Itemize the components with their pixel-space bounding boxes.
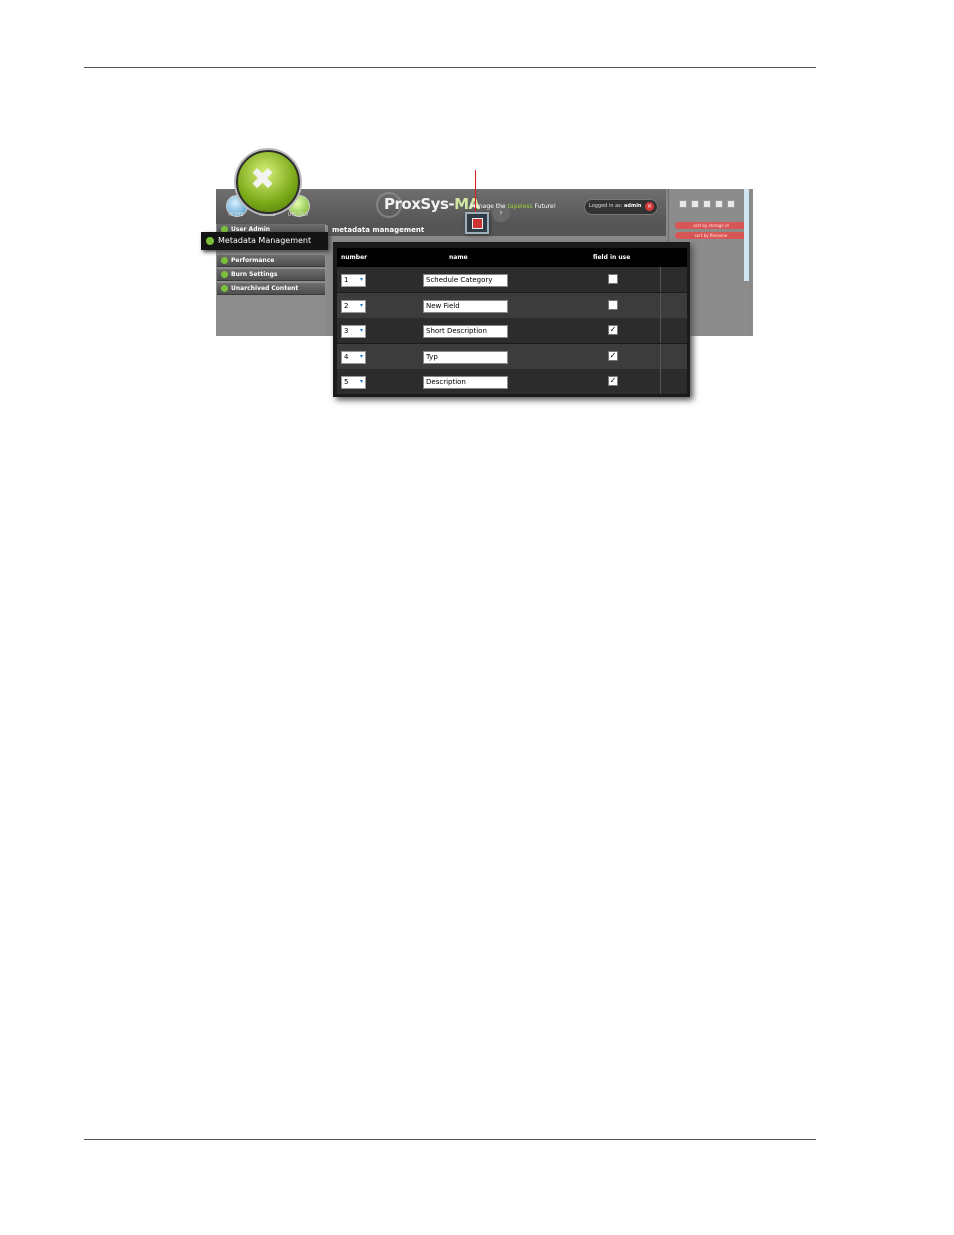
page-title: metadata management (332, 226, 425, 234)
column-header-name: name (449, 254, 468, 261)
bullet-icon (221, 257, 228, 264)
number-value: 1 (344, 276, 349, 284)
column-header-field-in-use: field in use (593, 254, 631, 261)
table-row: 5 ▾ Description ✓ (337, 369, 687, 394)
login-text: Logged in as: admin (589, 203, 641, 209)
in-use-checkbox[interactable]: ✓ (608, 351, 618, 361)
metadata-table: number name field in use 1 ▾ Schedule Cat… (333, 242, 690, 397)
sidebar-item-metadata-management[interactable]: Metadata Management (201, 232, 328, 250)
column-divider (660, 318, 661, 343)
login-status: Logged in as: admin × (584, 199, 658, 215)
chevron-down-icon: ▾ (359, 353, 363, 360)
sidebar-item-unarchived-content[interactable]: Unarchived Content (217, 283, 325, 295)
nav-upload-label: UPLOAD (287, 212, 309, 218)
wrench-screwdriver-icon: ✖ (250, 162, 276, 197)
number-value: 3 (344, 327, 349, 335)
right-toolbar (679, 193, 739, 208)
sort-filename-button[interactable]: sort by filename (675, 232, 747, 239)
delete-field-button[interactable] (465, 212, 489, 234)
name-value: Schedule Category (426, 276, 493, 284)
print-icon[interactable] (715, 200, 723, 208)
table-row: 4 ▾ Typ ✓ (337, 344, 687, 369)
table-header: number name field in use (337, 248, 687, 267)
brand-name: ProxSys (384, 195, 449, 213)
nav-home-label: HOME (228, 212, 244, 218)
tagline-suffix: Future! (532, 203, 557, 210)
page-rule-bottom (84, 1139, 816, 1140)
name-value: Description (426, 378, 466, 386)
tagline-highlight: tapeless (507, 203, 533, 210)
bullet-icon (221, 285, 228, 292)
chevron-down-icon: ▾ (359, 276, 363, 283)
scrollbar[interactable] (744, 189, 749, 281)
bullet-icon (206, 237, 214, 245)
document-icon[interactable] (727, 200, 735, 208)
table-row: 2 ▾ New Field (337, 293, 687, 318)
column-divider (660, 267, 661, 292)
number-select[interactable]: 2 ▾ (341, 300, 366, 313)
bullet-icon (221, 271, 228, 278)
name-value: New Field (426, 302, 460, 310)
name-value: Short Description (426, 327, 487, 335)
column-divider (660, 293, 661, 318)
column-divider (660, 344, 661, 369)
delete-icon (472, 218, 483, 229)
column-header-number: number (341, 254, 368, 261)
sidebar-item-label: Performance (231, 257, 275, 264)
number-value: 4 (344, 353, 349, 361)
name-input[interactable]: New Field (423, 300, 508, 313)
sidebar-item-label: Burn Settings (231, 271, 278, 278)
sidebar-item-label: Unarchived Content (231, 285, 299, 292)
sidebar-item-performance[interactable]: Performance (217, 255, 325, 267)
note-icon[interactable] (691, 200, 699, 208)
chevron-down-icon: ▾ (359, 378, 363, 385)
name-input[interactable]: Short Description (423, 325, 508, 338)
number-select[interactable]: 4 ▾ (341, 351, 366, 364)
name-input[interactable]: Typ (423, 351, 508, 364)
trash-icon[interactable] (703, 200, 711, 208)
number-value: 2 (344, 302, 349, 310)
in-use-checkbox[interactable]: ✓ (608, 376, 618, 386)
main-panel-header: metadata management (328, 224, 666, 236)
login-prefix: Logged in as: (589, 203, 623, 209)
name-value: Typ (426, 353, 438, 361)
number-value: 5 (344, 378, 349, 386)
checkbox-icon[interactable] (679, 200, 687, 208)
in-use-checkbox[interactable]: ✓ (608, 325, 618, 335)
chevron-down-icon: ▾ (359, 302, 363, 309)
brand-logo: ProxSys-MA (384, 195, 480, 213)
name-input[interactable]: Description (423, 376, 508, 389)
name-input[interactable]: Schedule Category (423, 274, 508, 287)
login-username: admin (624, 203, 642, 209)
tools-icon[interactable]: ✖ (236, 150, 300, 214)
sort-storage-button[interactable]: sort by storage id (675, 222, 747, 229)
in-use-checkbox[interactable] (608, 274, 618, 284)
table-row: 3 ▾ Short Description ✓ (337, 318, 687, 343)
number-select[interactable]: 3 ▾ (341, 325, 366, 338)
table-row: 1 ▾ Schedule Category (337, 267, 687, 292)
sidebar-item-burn-settings[interactable]: Burn Settings (217, 269, 325, 281)
in-use-checkbox[interactable] (608, 300, 618, 310)
column-divider (660, 369, 661, 394)
chevron-down-icon: ▾ (359, 327, 363, 334)
callout-pointer (475, 170, 476, 212)
tagline: Manage the tapeless Future! (470, 203, 556, 210)
sidebar-item-label: Metadata Management (218, 236, 312, 245)
number-select[interactable]: 5 ▾ (341, 376, 366, 389)
logout-icon[interactable]: × (645, 202, 654, 211)
page-rule-top (84, 67, 816, 68)
number-select[interactable]: 1 ▾ (341, 274, 366, 287)
